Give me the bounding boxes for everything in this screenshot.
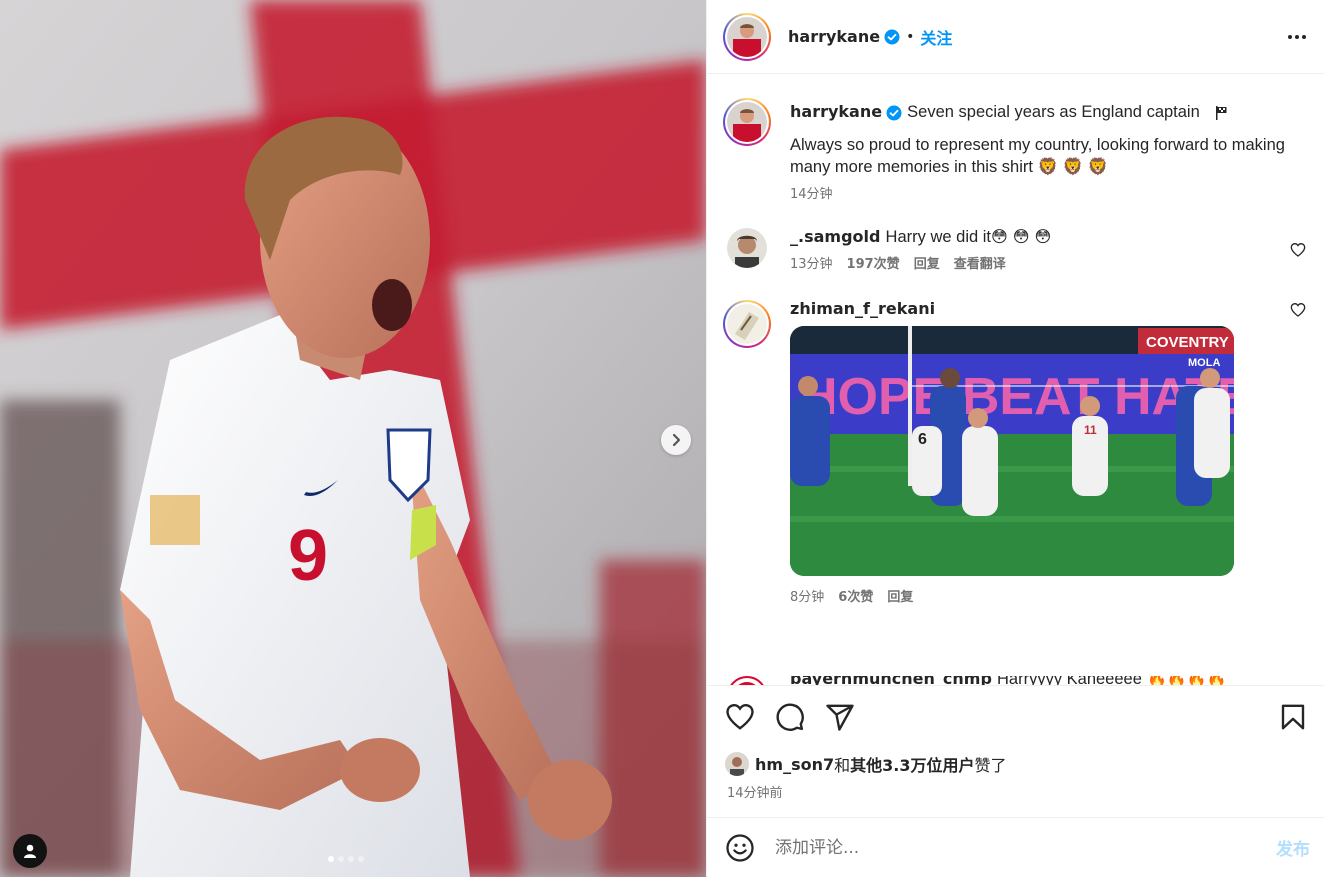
carousel-dot <box>328 856 334 862</box>
chevron-right-icon <box>672 433 681 447</box>
comment-username[interactable]: _.samgold <box>790 227 880 246</box>
caption-avatar[interactable] <box>723 98 771 146</box>
comment-text: Harry we did it <box>885 228 991 246</box>
carousel-dot <box>338 856 344 862</box>
gif-ad-text: COVENTRY <box>1146 334 1229 351</box>
caption-username[interactable]: harrykane <box>790 102 882 121</box>
follow-button[interactable]: 关注 <box>920 25 952 49</box>
carousel-indicator <box>328 856 364 862</box>
gif-player-number: 11 <box>1084 423 1097 437</box>
comment-like-icon[interactable] <box>1290 242 1306 258</box>
avatar-image <box>727 16 767 57</box>
person-icon <box>24 844 36 858</box>
gif-ad-text-2: MOLA <box>1188 357 1220 369</box>
avatar-image <box>727 304 767 344</box>
liker-username[interactable]: hm_son7 <box>755 755 834 774</box>
more-options-icon[interactable] <box>1288 34 1306 39</box>
likes-others-link[interactable]: 其他3.3万位用户 <box>850 752 974 776</box>
comment-row-partial: bayernmunchen_chmp Harryyyy Kaneeeee 🔥🔥🔥… <box>723 676 1323 685</box>
checkered-flag-icon <box>1215 105 1227 120</box>
gif-image: HOPE BEAT HATE COVENTRY MOLA 6 11 <box>790 326 1234 576</box>
smiley-icon[interactable] <box>725 833 755 863</box>
caption-row: harrykane Seven special years as England… <box>723 98 1306 206</box>
comment-input[interactable] <box>775 837 1276 858</box>
commenter-avatar[interactable] <box>727 228 767 268</box>
likes-suffix: 赞了 <box>974 756 1007 775</box>
share-send-icon[interactable] <box>825 702 855 732</box>
caption-time[interactable]: 14分钟 <box>790 184 833 206</box>
post-media[interactable]: 9 <box>0 0 706 877</box>
post-photo: 9 <box>0 0 706 877</box>
bookmark-save-icon[interactable] <box>1278 702 1308 732</box>
like-heart-icon[interactable] <box>725 702 755 732</box>
shirt-number: 9 <box>288 516 328 596</box>
gif-player-number: 6 <box>918 431 927 448</box>
comment-username[interactable]: bayernmunchen_chmp <box>790 676 992 685</box>
author-username[interactable]: harrykane <box>788 27 880 46</box>
comment-text: Harryyyy Kaneeeee <box>996 676 1142 685</box>
likes-and: 和 <box>834 756 851 775</box>
post-actions: hm_son7 和其他3.3万位用户 赞了 14分钟前 <box>707 685 1324 817</box>
caption-line-1: Seven special years as England captain <box>907 103 1200 121</box>
comment-row: zhiman_f_rekani HOPE BEAT HATE COVENTRY … <box>723 299 1306 609</box>
add-comment-bar: 发布 <box>707 817 1324 877</box>
caption-emojis: 🦁 🦁 🦁 <box>1037 158 1109 176</box>
author-avatar[interactable] <box>723 12 771 61</box>
verified-badge-icon <box>884 29 900 44</box>
comment-row: _.samgold Harry we did it😳 😳 😳 13分钟 197次… <box>723 227 1306 276</box>
comment-time[interactable]: 13分钟 <box>790 254 833 276</box>
verified-badge-icon <box>886 105 902 120</box>
comment-emojis: 😳 😳 😳 <box>991 227 1052 246</box>
post-details-panel: harrykane • 关注 harrykane Seven special y… <box>706 0 1324 877</box>
post-comment-button[interactable]: 发布 <box>1276 835 1310 860</box>
comment-gif[interactable]: HOPE BEAT HATE COVENTRY MOLA 6 11 <box>790 326 1234 576</box>
post-header: harrykane • 关注 <box>707 0 1324 74</box>
carousel-dot <box>358 856 364 862</box>
comment-bubble-icon[interactable] <box>775 702 805 732</box>
liker-avatar[interactable] <box>725 752 749 776</box>
carousel-next-button[interactable] <box>661 425 691 455</box>
header-separator: • <box>906 28 915 45</box>
comment-emojis: 🔥🔥🔥🔥 <box>1147 676 1227 685</box>
gif-banner-text: HOPE BEAT HATE <box>800 368 1234 426</box>
comments-section[interactable]: harrykane Seven special years as England… <box>707 74 1324 685</box>
reply-button[interactable]: 回复 <box>914 254 940 276</box>
likes-summary: hm_son7 和其他3.3万位用户 赞了 <box>725 752 1308 776</box>
comment-time[interactable]: 8分钟 <box>790 587 824 609</box>
tagged-users-button[interactable] <box>13 834 47 868</box>
translate-button[interactable]: 查看翻译 <box>954 254 1006 276</box>
carousel-dot <box>348 856 354 862</box>
commenter-avatar[interactable] <box>723 300 771 348</box>
post-timestamp[interactable]: 14分钟前 <box>727 782 1308 801</box>
avatar-image <box>727 102 767 142</box>
comment-likes[interactable]: 6次赞 <box>838 587 873 609</box>
comment-username[interactable]: zhiman_f_rekani <box>790 299 935 318</box>
reply-button[interactable]: 回复 <box>887 587 913 609</box>
comment-like-icon[interactable] <box>1290 302 1306 318</box>
comment-likes[interactable]: 197次赞 <box>847 254 900 276</box>
commenter-avatar[interactable] <box>727 676 767 685</box>
